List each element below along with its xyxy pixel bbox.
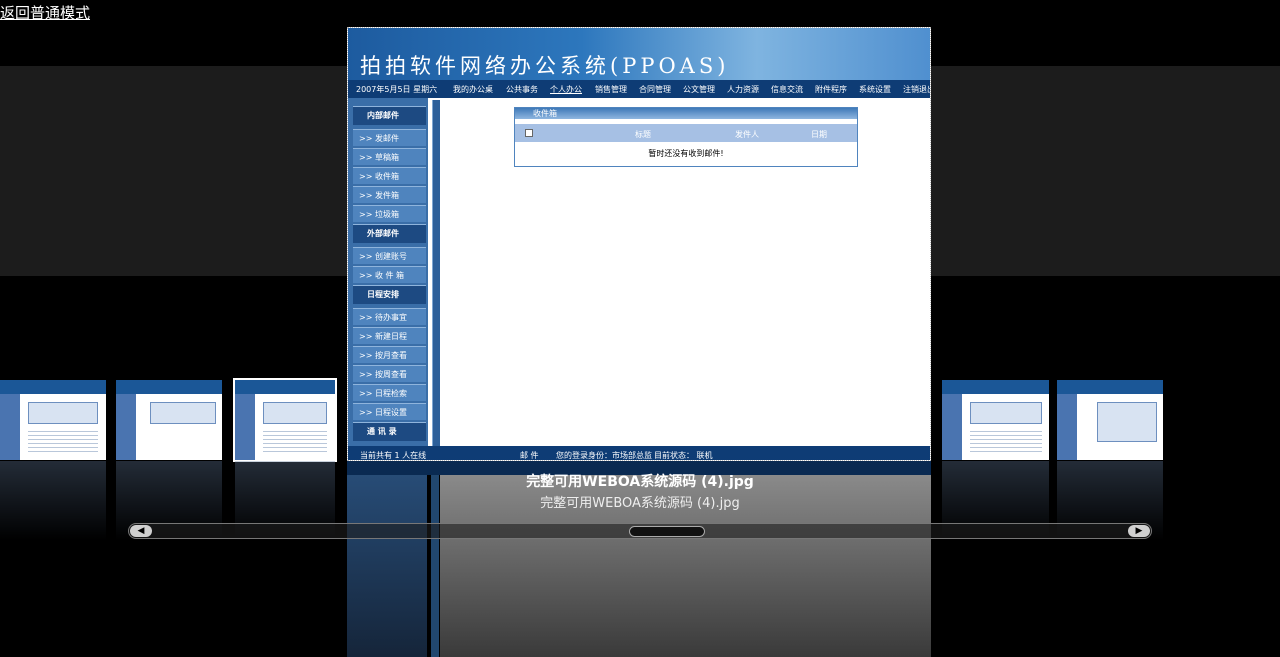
oa-title: 拍拍软件网络办公系统(PPOAS) bbox=[360, 54, 730, 78]
oa-sidebar-item: >> 按周查看 bbox=[353, 365, 426, 382]
oa-sidebar: 内部邮件 >> 发邮件 >> 草稿箱 >> 收件箱 >> 发件箱 >> 垃圾箱 … bbox=[348, 98, 428, 446]
oa-nav-item: 公文管理 bbox=[683, 85, 715, 94]
oa-login-identity: 您的登录身份：市场部总监 bbox=[556, 451, 652, 460]
oa-status-bar: 当前共有 1 人在线 邮 件 您的登录身份：市场部总监 目前状态： 联机 bbox=[348, 446, 930, 460]
oa-sidebar-item: >> 日程设置 bbox=[353, 403, 426, 420]
thumbnail-image[interactable] bbox=[1057, 380, 1163, 460]
oa-col-sender: 发件人 bbox=[735, 130, 759, 139]
oa-connection-state: 目前状态： 联机 bbox=[654, 451, 713, 460]
main-image[interactable]: 拍拍软件网络办公系统(PPOAS) 2007年5月5日 星期六 我的办公桌 公共… bbox=[347, 27, 931, 461]
oa-nav-item: 销售管理 bbox=[595, 85, 627, 94]
oa-sidebar-item: >> 待办事宜 bbox=[353, 308, 426, 325]
scroll-right-arrow-icon[interactable]: ▶ bbox=[1128, 525, 1150, 537]
thumbnail-image[interactable] bbox=[116, 380, 222, 460]
oa-inbox-header: 标题 发件人 日期 bbox=[515, 124, 857, 142]
oa-sidebar-item: >> 垃圾箱 bbox=[353, 205, 426, 222]
scroll-left-arrow-icon[interactable]: ◀ bbox=[130, 525, 152, 537]
scrollbar-thumb[interactable] bbox=[629, 526, 705, 537]
oa-sidebar-item: >> 日程检索 bbox=[353, 384, 426, 401]
oa-sidebar-item: >> 发邮件 bbox=[353, 129, 426, 146]
oa-col-date: 日期 bbox=[811, 130, 827, 139]
oa-nav-item: 附件程序 bbox=[815, 85, 847, 94]
oa-nav-item: 我的办公桌 bbox=[453, 85, 493, 94]
oa-select-all-checkbox bbox=[525, 129, 533, 137]
oa-inbox-panel: 收件箱 标题 发件人 日期 暂时还没有收到邮件! bbox=[514, 107, 858, 167]
oa-sidebar-scrollbar bbox=[432, 100, 440, 446]
oa-sidebar-item: >> 新建日程 bbox=[353, 327, 426, 344]
gallery-scrollbar[interactable]: ◀ ▶ bbox=[128, 523, 1152, 539]
oa-nav-item: 公共事务 bbox=[506, 85, 538, 94]
oa-nav-item: 人力资源 bbox=[727, 85, 759, 94]
oa-nav-item: 信息交流 bbox=[771, 85, 803, 94]
oa-sidebar-item: >> 收件箱 bbox=[353, 167, 426, 184]
oa-sidebar-item: >> 草稿箱 bbox=[353, 148, 426, 165]
oa-col-title: 标题 bbox=[635, 130, 651, 139]
oa-sidebar-group: 通 讯 录 bbox=[353, 422, 426, 441]
image-caption: 完整可用WEBOA系统源码 (4).jpg bbox=[526, 474, 754, 490]
oa-online-count: 当前共有 1 人在线 bbox=[360, 451, 427, 460]
oa-banner: 拍拍软件网络办公系统(PPOAS) bbox=[348, 28, 930, 80]
oa-sidebar-item: >> 创建账号 bbox=[353, 247, 426, 264]
oa-sidebar-group: 外部邮件 bbox=[353, 224, 426, 243]
oa-nav-bar: 2007年5月5日 星期六 我的办公桌 公共事务 个人办公 销售管理 合同管理 … bbox=[348, 80, 930, 98]
oa-inbox-title: 收件箱 bbox=[515, 108, 857, 119]
oa-sidebar-item: >> 收 件 箱 bbox=[353, 266, 426, 283]
oa-nav-item: 合同管理 bbox=[639, 85, 671, 94]
oa-sidebar-group: 内部邮件 bbox=[353, 106, 426, 125]
oa-nav-item: 个人办公 bbox=[550, 85, 582, 94]
oa-date: 2007年5月5日 星期六 bbox=[356, 85, 438, 94]
oa-nav-item: 系统设置 bbox=[859, 85, 891, 94]
oa-nav-item: 注销退出 bbox=[903, 85, 930, 94]
oa-sidebar-group: 日程安排 bbox=[353, 285, 426, 304]
oa-content: 收件箱 标题 发件人 日期 暂时还没有收到邮件! bbox=[441, 98, 930, 446]
thumbnail-image[interactable] bbox=[942, 380, 1049, 460]
thumbnail-image[interactable] bbox=[0, 380, 106, 460]
back-to-normal-mode-link[interactable]: 返回普通模式 bbox=[0, 2, 90, 23]
oa-mail-status: 邮 件 bbox=[520, 451, 539, 460]
image-subcaption: 完整可用WEBOA系统源码 (4).jpg bbox=[540, 496, 740, 511]
thumbnail-image-selected[interactable] bbox=[233, 378, 337, 462]
oa-inbox-empty-text: 暂时还没有收到邮件! bbox=[648, 149, 724, 158]
oa-sidebar-item: >> 按月查看 bbox=[353, 346, 426, 363]
oa-sidebar-item: >> 发件箱 bbox=[353, 186, 426, 203]
